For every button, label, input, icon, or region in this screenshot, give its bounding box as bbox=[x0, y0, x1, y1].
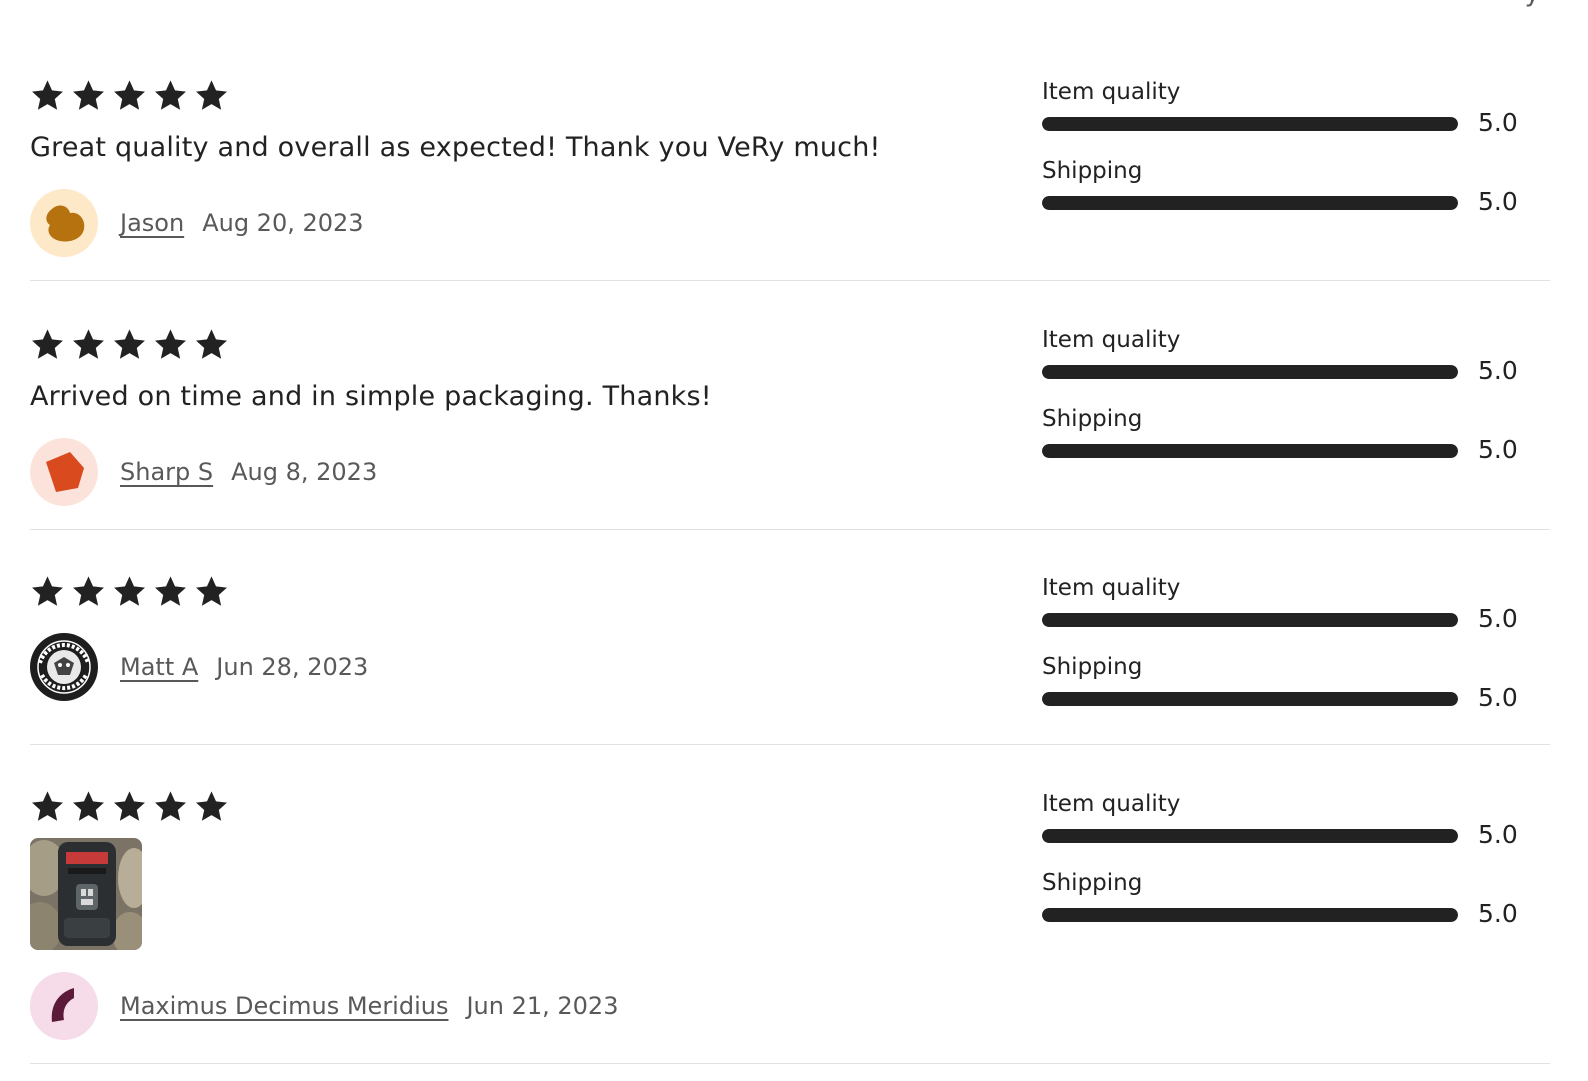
reviewer-avatar[interactable] bbox=[30, 633, 98, 701]
star-icon bbox=[196, 576, 227, 606]
metric-bar bbox=[1042, 613, 1458, 627]
metric-bar-fill bbox=[1042, 196, 1458, 210]
metric-label: Shipping bbox=[1042, 870, 1143, 896]
star-icon bbox=[155, 80, 186, 110]
metric-shipping: Shipping 5.0 bbox=[1042, 158, 1532, 226]
metric-value: 5.0 bbox=[1478, 187, 1518, 216]
review-card: Maximus Decimus Meridius Jun 21, 2023 It… bbox=[30, 745, 1550, 1064]
metric-label: Item quality bbox=[1042, 79, 1181, 105]
metric-value: 5.0 bbox=[1478, 899, 1518, 928]
review-text: Arrived on time and in simple packaging.… bbox=[30, 381, 712, 412]
metric-bar bbox=[1042, 829, 1458, 843]
metric-label: Item quality bbox=[1042, 791, 1181, 817]
star-icon bbox=[155, 329, 186, 359]
star-rating bbox=[30, 789, 229, 824]
star-icon bbox=[73, 576, 104, 606]
review-photo[interactable] bbox=[30, 838, 142, 950]
metric-bar bbox=[1042, 365, 1458, 379]
reviewer-row: Matt A Jun 28, 2023 bbox=[30, 633, 368, 701]
metric-bar-fill bbox=[1042, 117, 1458, 131]
badge-logo-avatar-icon bbox=[32, 635, 96, 699]
metric-item-quality: Item quality 5.0 bbox=[1042, 575, 1532, 643]
metric-value: 5.0 bbox=[1478, 108, 1518, 137]
star-icon bbox=[73, 329, 104, 359]
star-icon bbox=[196, 791, 227, 821]
review-card: Matt A Jun 28, 2023 Item quality 5.0 Shi… bbox=[30, 530, 1550, 745]
metric-bar bbox=[1042, 692, 1458, 706]
blob-avatar-icon bbox=[46, 205, 85, 242]
review-text: Great quality and overall as expected! T… bbox=[30, 132, 881, 163]
star-icon bbox=[114, 791, 145, 821]
metric-value: 5.0 bbox=[1478, 435, 1518, 464]
star-icon bbox=[114, 80, 145, 110]
reviewer-row: Sharp S Aug 8, 2023 bbox=[30, 438, 377, 506]
reviewer-row: Jason Aug 20, 2023 bbox=[30, 189, 364, 257]
star-rating bbox=[30, 574, 229, 609]
review-date: Jun 21, 2023 bbox=[466, 992, 619, 1020]
metric-bar-fill bbox=[1042, 829, 1458, 843]
star-icon bbox=[73, 80, 104, 110]
metric-value: 5.0 bbox=[1478, 356, 1518, 385]
metric-value: 5.0 bbox=[1478, 820, 1518, 849]
star-icon bbox=[32, 329, 63, 359]
star-icon bbox=[32, 80, 63, 110]
reviewer-name-link[interactable]: Maximus Decimus Meridius bbox=[120, 992, 448, 1020]
review-date: Jun 28, 2023 bbox=[216, 653, 369, 681]
metric-shipping: Shipping 5.0 bbox=[1042, 870, 1532, 938]
metric-value: 5.0 bbox=[1478, 683, 1518, 712]
reviewer-name-link[interactable]: Matt A bbox=[120, 653, 198, 681]
star-icon bbox=[73, 791, 104, 821]
reviewer-avatar[interactable] bbox=[30, 189, 98, 257]
review-card: Arrived on time and in simple packaging.… bbox=[30, 281, 1550, 530]
metric-bar-fill bbox=[1042, 365, 1458, 379]
review-photo-thumbnail bbox=[30, 838, 142, 950]
review-card: Great quality and overall as expected! T… bbox=[30, 0, 1550, 281]
reviewer-avatar[interactable] bbox=[30, 438, 98, 506]
reviewer-name-link[interactable]: Jason bbox=[120, 209, 184, 237]
metric-bar-fill bbox=[1042, 444, 1458, 458]
metric-bar bbox=[1042, 444, 1458, 458]
star-icon bbox=[32, 791, 63, 821]
star-icon bbox=[155, 791, 186, 821]
metric-label: Shipping bbox=[1042, 158, 1143, 184]
star-rating bbox=[30, 78, 229, 113]
review-date: Aug 8, 2023 bbox=[231, 458, 378, 486]
metric-value: 5.0 bbox=[1478, 604, 1518, 633]
star-icon bbox=[114, 576, 145, 606]
metric-bar bbox=[1042, 117, 1458, 131]
star-icon bbox=[196, 80, 227, 110]
metric-shipping: Shipping 5.0 bbox=[1042, 654, 1532, 722]
review-date: Aug 20, 2023 bbox=[202, 209, 364, 237]
star-icon bbox=[155, 576, 186, 606]
metric-bar bbox=[1042, 908, 1458, 922]
star-icon bbox=[114, 329, 145, 359]
pentagon-avatar-icon bbox=[46, 452, 84, 492]
star-icon bbox=[196, 329, 227, 359]
reviewer-name-link[interactable]: Sharp S bbox=[120, 458, 213, 486]
metric-label: Shipping bbox=[1042, 406, 1143, 432]
metric-bar-fill bbox=[1042, 692, 1458, 706]
metric-item-quality: Item quality 5.0 bbox=[1042, 791, 1532, 859]
reviewer-avatar[interactable] bbox=[30, 972, 98, 1040]
metric-shipping: Shipping 5.0 bbox=[1042, 406, 1532, 474]
crescent-avatar-icon bbox=[51, 988, 74, 1022]
metric-label: Item quality bbox=[1042, 575, 1181, 601]
star-icon bbox=[32, 576, 63, 606]
metric-label: Shipping bbox=[1042, 654, 1143, 680]
metric-item-quality: Item quality 5.0 bbox=[1042, 327, 1532, 395]
metric-bar-fill bbox=[1042, 613, 1458, 627]
metric-item-quality: Item quality 5.0 bbox=[1042, 79, 1532, 147]
metric-bar bbox=[1042, 196, 1458, 210]
reviewer-row: Maximus Decimus Meridius Jun 21, 2023 bbox=[30, 972, 618, 1040]
metric-label: Item quality bbox=[1042, 327, 1181, 353]
metric-bar-fill bbox=[1042, 908, 1458, 922]
star-rating bbox=[30, 327, 229, 362]
